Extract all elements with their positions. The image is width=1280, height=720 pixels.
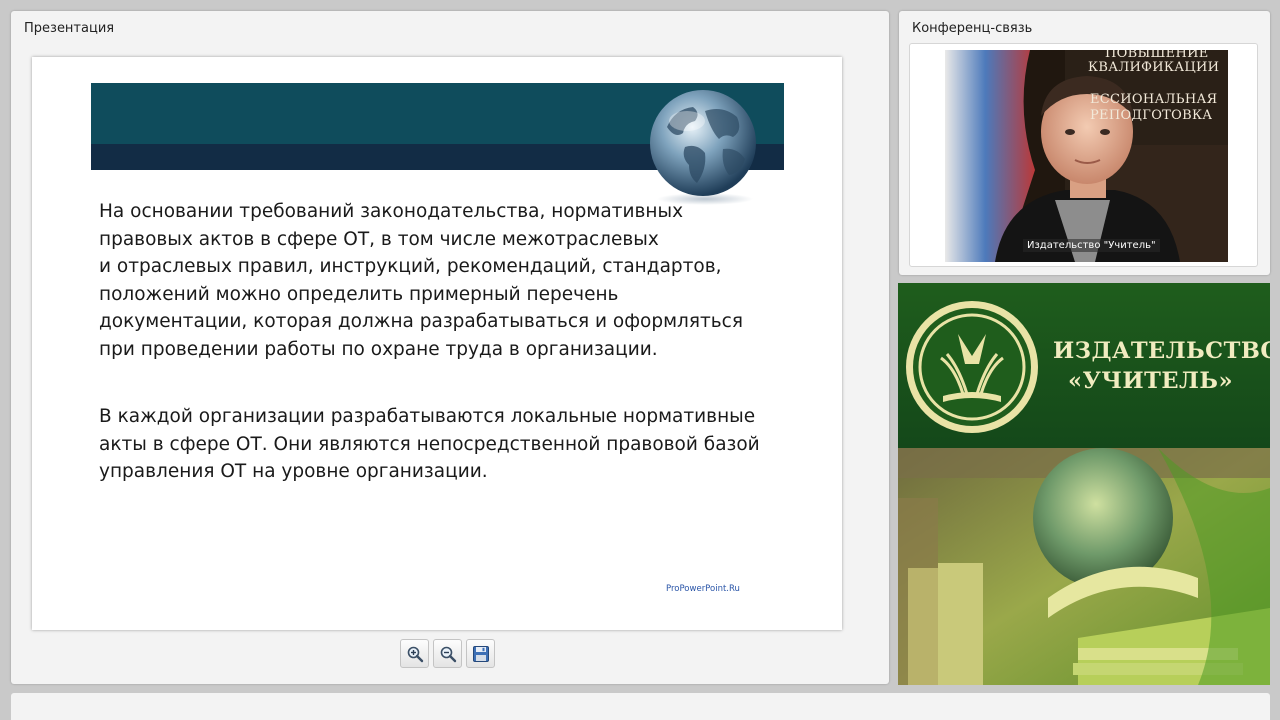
zoom-in-button[interactable]	[400, 639, 429, 668]
publisher-name-line-1: ИЗДАТЕЛЬСТВО	[1053, 338, 1270, 364]
books-globe-photo	[898, 448, 1270, 685]
poster-line-3: ЕССИОНАЛЬНАЯ	[1090, 92, 1218, 107]
conference-panel: Конференц-связь ПОВЫШЕНИЕ КВАЛИФИКАЦИИ Е…	[899, 11, 1270, 275]
presentation-panel-title: Презентация	[24, 21, 115, 36]
slide: На основании требований законодательства…	[32, 57, 842, 630]
zoom-out-button[interactable]	[433, 639, 462, 668]
participant-name-label: Издательство "Учитель"	[1023, 239, 1160, 252]
zoom-in-icon	[407, 646, 424, 663]
poster-line-2: КВАЛИФИКАЦИИ	[1088, 60, 1220, 75]
publisher-brand-area: ИЗДАТЕЛЬСТВО «УЧИТЕЛЬ»	[898, 283, 1270, 448]
participant-video[interactable]: ПОВЫШЕНИЕ КВАЛИФИКАЦИИ ЕССИОНАЛЬНАЯ РЕПО…	[945, 50, 1228, 262]
globe-icon	[650, 90, 756, 205]
speaker-video-image	[945, 50, 1228, 262]
publisher-banner: ИЗДАТЕЛЬСТВО «УЧИТЕЛЬ»	[898, 283, 1270, 685]
save-button[interactable]	[466, 639, 495, 668]
bottom-panel	[11, 693, 1270, 720]
zoom-out-icon	[440, 646, 457, 663]
slide-paragraph-2: В каждой организации разрабатываются лок…	[99, 406, 760, 483]
publisher-name-line-2: «УЧИТЕЛЬ»	[1068, 368, 1234, 394]
video-frame: ПОВЫШЕНИЕ КВАЛИФИКАЦИИ ЕССИОНАЛЬНАЯ РЕПО…	[909, 43, 1258, 267]
slide-paragraph-1: На основании требований законодательства…	[99, 201, 743, 360]
presentation-panel: Презентация На основании требований зако…	[11, 11, 889, 684]
save-icon	[473, 646, 489, 662]
conference-panel-title: Конференц-связь	[912, 21, 1033, 36]
poster-line-4: РЕПОДГОТОВКА	[1090, 108, 1213, 123]
slide-credit: ProPowerPoint.Ru	[666, 584, 740, 594]
publisher-logo-icon	[906, 301, 1038, 433]
